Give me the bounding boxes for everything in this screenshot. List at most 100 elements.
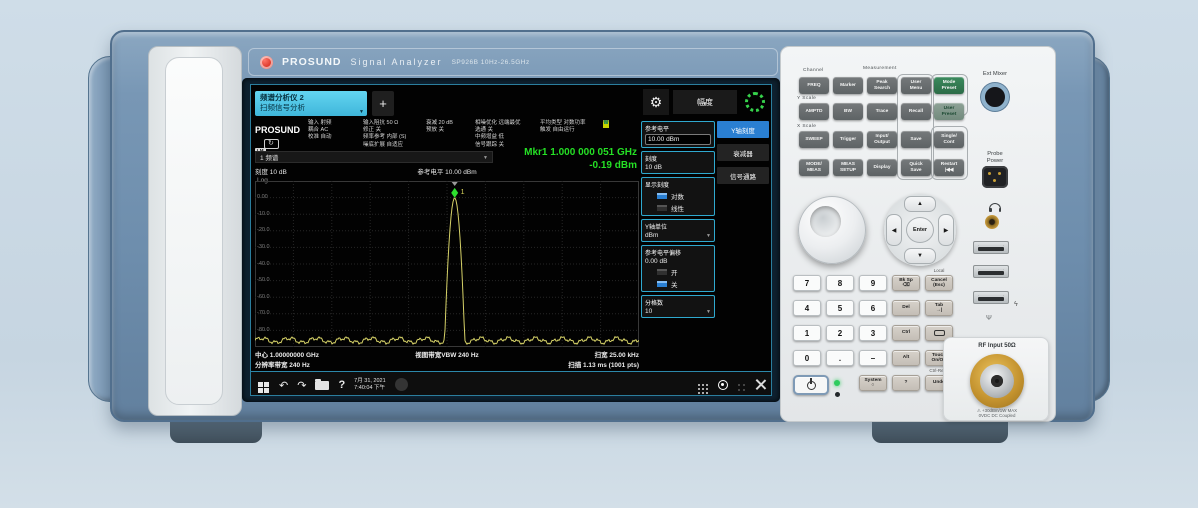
key-1[interactable]: 1: [793, 325, 821, 341]
redo-icon[interactable]: [297, 376, 306, 394]
app-grid-icon[interactable]: [698, 384, 700, 386]
menu-dropdown[interactable]: 10: [645, 308, 711, 315]
add-tab-button[interactable]: +: [372, 91, 394, 116]
key-bk-sp[interactable]: Bk Sp ⌫: [892, 275, 920, 291]
key-tab[interactable]: Tab →|: [925, 300, 953, 316]
key-peak-search[interactable]: Peak Search: [867, 77, 897, 94]
key-single-cont[interactable]: Single/ Cont: [934, 131, 964, 148]
measurement-tab[interactable]: 频谱分析仪 2 扫频信号分析: [255, 91, 367, 116]
settings-column-2: 输入阻抗 50 Ω修正 关频率参考 内部 (S)噪底扩展 自适应: [363, 120, 423, 150]
key-mode-preset[interactable]: Mode Preset: [934, 77, 964, 94]
local-label: Local: [925, 268, 953, 273]
menu-dropdown[interactable]: dBm: [645, 232, 711, 239]
window-selector-dropdown[interactable]: 1 频谱: [255, 151, 493, 163]
key-meas-setup[interactable]: MEAS SETUP: [833, 159, 863, 176]
key-save[interactable]: Save: [901, 131, 931, 148]
menu-block-dropdown[interactable]: 分格数10: [641, 295, 715, 318]
settings-brand-block: PROSUND LM: [255, 120, 305, 150]
time-line: 7:40:04 下午: [354, 385, 386, 392]
fullscreen-expand-icon[interactable]: [755, 379, 766, 390]
key-6[interactable]: 6: [859, 300, 887, 316]
key-display[interactable]: Display: [867, 159, 897, 176]
usb-port-2[interactable]: [973, 265, 1009, 278]
menu-option[interactable]: 对数: [645, 191, 711, 201]
menu-value-input[interactable]: 10.00 dBm: [645, 134, 711, 145]
arrow-down-key[interactable]: [904, 248, 936, 264]
key-quick-save[interactable]: Quick Save: [901, 159, 931, 176]
key-4[interactable]: 4: [793, 300, 821, 316]
menu-tab[interactable]: 信号通路: [717, 167, 769, 184]
gear-icon[interactable]: [643, 89, 669, 115]
charging-bolt-icon: [1014, 293, 1018, 311]
key-0[interactable]: 0: [793, 350, 821, 366]
key-sweep[interactable]: SWEEP: [799, 131, 829, 148]
key-restart[interactable]: Restart |◀◀: [934, 159, 964, 176]
usb-port-1[interactable]: [973, 241, 1009, 254]
chevron-down-icon: [706, 308, 711, 315]
touchscreen[interactable]: 频谱分析仪 2 扫频信号分析 + PROSUND LM 输入 射频耦合 AC校准…: [250, 84, 772, 396]
menu-tab[interactable]: 衰减器: [717, 144, 769, 161]
arrow-up-key[interactable]: [904, 196, 936, 212]
undo-icon[interactable]: [279, 376, 288, 394]
key-ctrl[interactable]: Ctrl: [892, 325, 920, 341]
key-user-preset[interactable]: User Preset: [934, 103, 964, 120]
key-bw[interactable]: BW: [833, 103, 863, 120]
key-freq[interactable]: FREQ: [799, 77, 829, 94]
menu-block-dropdown[interactable]: Y轴单位dBm: [641, 219, 715, 242]
key-8[interactable]: 8: [826, 275, 854, 291]
power-button[interactable]: [793, 375, 829, 395]
brand-logo-icon: [260, 56, 273, 69]
instrument-foot-left: [170, 420, 262, 443]
arrow-left-key[interactable]: [886, 214, 902, 246]
softmenu-panel: 参考电平10.00 dBm刻度10 dB显示刻度对数线性Y轴单位dBm参考电平偏…: [641, 121, 715, 371]
key-amptd[interactable]: AMPTD: [799, 103, 829, 120]
key-5[interactable]: 5: [826, 300, 854, 316]
key-2[interactable]: 2: [826, 325, 854, 341]
enter-key[interactable]: Enter: [906, 217, 934, 243]
help-icon[interactable]: ?: [338, 379, 345, 391]
key-3[interactable]: 3: [859, 325, 887, 341]
usb-port-3[interactable]: [973, 291, 1009, 304]
group-label-channel: Channel: [803, 68, 824, 73]
menu-tab[interactable]: Y轴刻度: [717, 121, 769, 138]
key-system[interactable]: System ○: [859, 375, 887, 391]
key-user-menu[interactable]: User Menu: [901, 77, 931, 94]
key-recall[interactable]: Recall: [901, 103, 931, 120]
menu-option[interactable]: 线性: [645, 203, 711, 213]
rotary-knob[interactable]: [798, 196, 866, 264]
key-9[interactable]: 9: [859, 275, 887, 291]
key-key[interactable]: –: [859, 350, 887, 366]
touch-pointer-icon[interactable]: [718, 380, 728, 390]
brand-model: SP926B 10Hz-26.5GHz: [452, 59, 530, 66]
menu-block-options[interactable]: 显示刻度对数线性: [641, 177, 715, 216]
key-marker[interactable]: Marker: [833, 77, 863, 94]
file-explorer-icon[interactable]: [315, 381, 329, 390]
menu-option[interactable]: 关: [645, 279, 711, 289]
softmenu-title-dropdown[interactable]: 幅度: [673, 90, 737, 114]
menu-option[interactable]: 开: [645, 267, 711, 277]
key-input-output[interactable]: Input/ Output: [867, 131, 897, 148]
key-del[interactable]: Del: [892, 300, 920, 316]
key-cancel-esc[interactable]: Cancel (Esc): [925, 275, 953, 291]
menu-block-options[interactable]: 参考电平偏移0.00 dB开关: [641, 245, 715, 292]
rf-input-connector[interactable]: [970, 354, 1024, 408]
key-trace[interactable]: Trace: [867, 103, 897, 120]
key-mode-meas[interactable]: MODE/ MEAS: [799, 159, 829, 176]
spectrum-graticule[interactable]: 1 0.00-10.0-20.0-30.0-40.0-50.0-60.0-70.…: [255, 181, 639, 347]
key-7[interactable]: 7: [793, 275, 821, 291]
probe-pin: [988, 172, 991, 175]
message-bubble-icon[interactable]: [395, 378, 408, 391]
key-trigger[interactable]: Trigger: [833, 131, 863, 148]
menu-block-title: 分格数: [645, 298, 711, 307]
headphone-jack[interactable]: [985, 215, 999, 229]
ext-mixer-connector[interactable]: [981, 83, 1009, 111]
key-alt[interactable]: Alt: [892, 350, 920, 366]
probe-power-connector[interactable]: [982, 166, 1008, 188]
arrow-right-key[interactable]: [938, 214, 954, 246]
menu-block-plain[interactable]: 刻度10 dB: [641, 151, 715, 174]
menu-block-input[interactable]: 参考电平10.00 dBm: [641, 121, 715, 148]
windows-start-icon[interactable]: [258, 382, 263, 387]
snap-grid-icon[interactable]: [738, 384, 740, 386]
key-key[interactable]: ?: [892, 375, 920, 391]
key-key[interactable]: .: [826, 350, 854, 366]
